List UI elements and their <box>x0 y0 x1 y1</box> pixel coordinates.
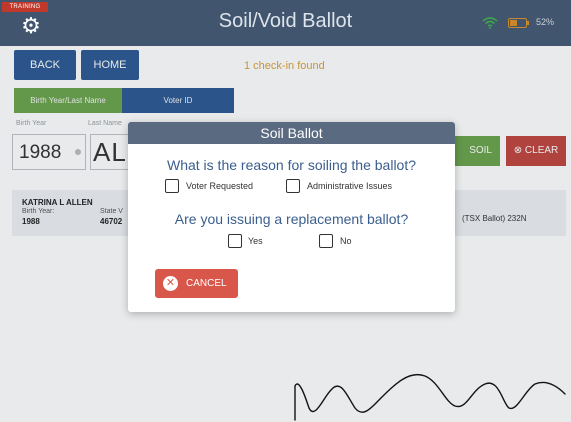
administrative-issues-label: Administrative Issues <box>307 181 393 191</box>
battery-percent: 52% <box>536 17 555 27</box>
no-checkbox[interactable] <box>319 234 333 248</box>
voter-requested-checkbox[interactable] <box>165 179 179 193</box>
battery-icon <box>508 18 529 28</box>
cancel-button[interactable]: ✕ CANCEL <box>155 269 238 298</box>
close-icon: ✕ <box>163 276 178 291</box>
dialog-title: Soil Ballot <box>128 122 455 144</box>
cancel-label: CANCEL <box>186 278 227 289</box>
yes-checkbox[interactable] <box>228 234 242 248</box>
top-bar: TRAINING ⚙ Soil/Void Ballot 52% <box>0 0 571 46</box>
reason-question: What is the reason for soiling the ballo… <box>166 157 417 173</box>
yes-label: Yes <box>248 236 263 246</box>
administrative-issues-checkbox[interactable] <box>286 179 300 193</box>
wifi-icon <box>482 17 498 29</box>
soil-ballot-dialog: Soil Ballot What is the reason for soili… <box>128 122 455 312</box>
voter-requested-label: Voter Requested <box>186 181 254 191</box>
replacement-question: Are you issuing a replacement ballot? <box>174 211 409 227</box>
no-label: No <box>340 236 352 246</box>
